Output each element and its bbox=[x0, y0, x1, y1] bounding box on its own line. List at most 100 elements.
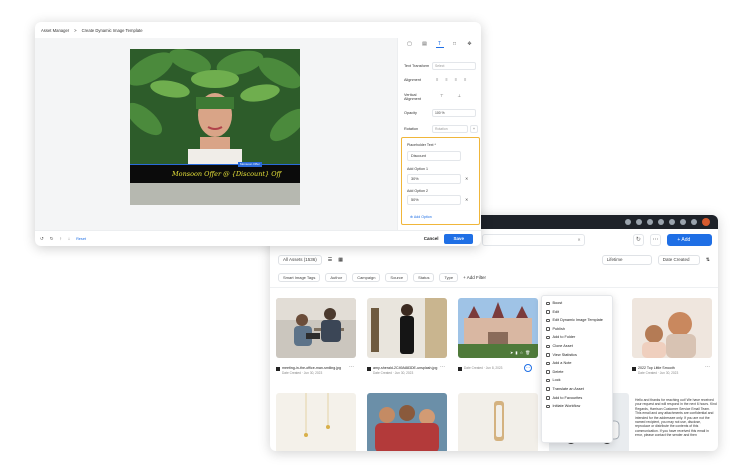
stats-icon bbox=[546, 353, 550, 357]
search-input[interactable]: ✕ bbox=[482, 234, 585, 246]
properties-panel: ▢ ▤ T □ ✥ Text Transform Select Alignmen… bbox=[397, 38, 481, 230]
menu-item-add-to-favourites[interactable]: Add to Favourites bbox=[542, 394, 612, 403]
menu-item-translate[interactable]: Translate an Asset bbox=[542, 385, 612, 394]
chat-icon[interactable] bbox=[647, 219, 653, 225]
align-top-icon[interactable]: ⊤ bbox=[440, 93, 443, 98]
email-preview-text: Hello and thanks for reaching out! We ha… bbox=[635, 398, 717, 438]
canvas-bottom-strip bbox=[130, 183, 300, 205]
filter-smart-image-tags[interactable]: Smart Image Tags bbox=[278, 272, 321, 282]
menu-item-edit-dynamic-image-template[interactable]: Edit Dynamic Image Template bbox=[542, 316, 612, 325]
asset-thumbnail[interactable] bbox=[276, 393, 356, 451]
asset-card[interactable]: 2022 Top Little Smooth Date Created · Ju… bbox=[632, 298, 712, 375]
add-asset-button[interactable]: + Add Asset bbox=[667, 234, 712, 255]
filter-status[interactable]: Status bbox=[413, 272, 435, 282]
text-icon[interactable]: T bbox=[435, 40, 444, 48]
undo-icon[interactable]: ↺ bbox=[40, 236, 44, 242]
date-created-select[interactable]: Date Created bbox=[657, 255, 700, 265]
help-icon[interactable] bbox=[691, 219, 697, 225]
all-assets-select[interactable]: All Assets (1536) bbox=[278, 255, 322, 265]
rotation-input[interactable]: Rotation bbox=[432, 125, 468, 133]
search-icon[interactable] bbox=[625, 219, 631, 225]
remove-option-1-icon[interactable]: ✕ bbox=[465, 176, 468, 181]
cancel-button[interactable]: Cancel bbox=[424, 236, 439, 241]
stats-icon[interactable]: ▮ bbox=[515, 350, 517, 355]
asset-thumbnail[interactable] bbox=[458, 393, 538, 451]
move-icon[interactable]: ✥ bbox=[466, 40, 474, 48]
more-icon[interactable]: ⋯ bbox=[440, 364, 445, 370]
move-up-icon[interactable]: ↑ bbox=[60, 236, 62, 241]
align-center-icon[interactable]: ≡ bbox=[445, 77, 447, 82]
align-right-icon[interactable]: ≡ bbox=[455, 77, 457, 82]
asset-card[interactable]: amy-sherald-2C49A883DE-unsplash.jpg Date… bbox=[367, 298, 447, 375]
filter-author[interactable]: Author bbox=[325, 272, 348, 282]
translate-icon bbox=[546, 387, 550, 391]
star-icon[interactable]: ☆ bbox=[520, 350, 524, 355]
placeholder-text-label: Placeholder Text * bbox=[407, 143, 436, 147]
filter-campaign[interactable]: Campaign bbox=[352, 272, 381, 282]
image-icon[interactable]: ▤ bbox=[421, 40, 429, 48]
menu-item-add-to-folder[interactable]: Add to Folder bbox=[542, 333, 612, 342]
banner-text[interactable]: Monsoon Offer @ {Discount} Off bbox=[172, 170, 281, 178]
grid-view-icon[interactable]: ▦ bbox=[338, 257, 343, 263]
menu-item-delete[interactable]: Delete bbox=[542, 368, 612, 377]
add-option-button[interactable]: ⊕ Add Option bbox=[410, 215, 432, 219]
save-button[interactable]: Save bbox=[444, 233, 473, 244]
menu-item-lock[interactable]: Lock bbox=[542, 376, 612, 385]
lifetime-select[interactable]: Lifetime bbox=[601, 255, 652, 265]
divider bbox=[270, 287, 718, 288]
text-banner[interactable]: Monsoon Offer Monsoon Offer @ {Discount}… bbox=[130, 162, 300, 183]
bell-icon[interactable] bbox=[680, 219, 686, 225]
more-icon[interactable]: ⋯ bbox=[349, 364, 354, 370]
menu-item-clone-asset[interactable]: Clone Asset bbox=[542, 342, 612, 351]
menu-item-publish[interactable]: Publish bbox=[542, 325, 612, 334]
shape-icon[interactable]: □ bbox=[451, 40, 459, 48]
asset-title: 2022 Top Little Smooth bbox=[638, 366, 675, 370]
more-icon[interactable]: ⋯ bbox=[524, 364, 532, 372]
menu-item-edit[interactable]: Edit bbox=[542, 308, 612, 317]
list-view-icon[interactable]: ☰ bbox=[328, 257, 332, 263]
refresh-icon[interactable]: ↻ bbox=[632, 234, 645, 246]
dynamic-image-template-editor: Asset Manager > Create Dynamic Image Tem… bbox=[35, 22, 481, 246]
delete-icon[interactable]: 🗑 bbox=[525, 350, 530, 355]
asset-card[interactable]: meeting-in-the-office-man-smiling.jpg Da… bbox=[276, 298, 356, 375]
asset-date: Date Created · Jun 8, 2023 bbox=[464, 366, 503, 370]
apps-icon[interactable] bbox=[636, 219, 642, 225]
align-left-icon[interactable]: ≡ bbox=[436, 77, 438, 82]
frame-icon[interactable]: ▢ bbox=[406, 40, 414, 48]
placeholder-text-input[interactable]: Discount bbox=[407, 151, 461, 161]
filter-source[interactable]: Source bbox=[385, 272, 409, 282]
avatar[interactable] bbox=[702, 218, 710, 226]
phone-icon[interactable] bbox=[669, 219, 675, 225]
reset-button[interactable]: Reset bbox=[76, 237, 86, 241]
menu-item-initiate-workflow[interactable]: Initiate Workflow bbox=[542, 402, 612, 411]
more-icon[interactable]: ⋯ bbox=[705, 364, 710, 370]
breadcrumb-root[interactable]: Asset Manager bbox=[41, 28, 69, 33]
asset-thumbnail bbox=[276, 298, 356, 358]
asset-thumbnail[interactable] bbox=[367, 393, 447, 451]
close-icon[interactable]: ✕ bbox=[577, 235, 580, 245]
menu-item-add-note[interactable]: Add a Note bbox=[542, 359, 612, 368]
folder-icon bbox=[546, 335, 550, 340]
lock-icon bbox=[546, 378, 550, 383]
sort-icon[interactable]: ⇅ bbox=[706, 257, 710, 263]
menu-item-view-statistics[interactable]: View Statistics bbox=[542, 351, 612, 360]
clone-icon bbox=[546, 344, 550, 349]
align-bottom-icon[interactable]: ⊥ bbox=[457, 93, 460, 98]
asset-card[interactable]: ➤ ▮ ☆ 🗑 Date Created · Jun 8, 2023 ⋯ bbox=[458, 298, 538, 372]
remove-option-2-icon[interactable]: ✕ bbox=[465, 197, 468, 202]
menu-item-boost[interactable]: Boost bbox=[542, 299, 612, 308]
add-rotation-button[interactable]: + bbox=[470, 125, 478, 133]
option-2-input[interactable]: 50% bbox=[407, 195, 461, 205]
align-justify-icon[interactable]: ≡ bbox=[464, 77, 466, 82]
filter-type[interactable]: Type bbox=[439, 272, 459, 282]
option-1-input[interactable]: 30% bbox=[407, 174, 461, 184]
opacity-input[interactable]: 100 % bbox=[432, 109, 476, 117]
more-icon[interactable]: ⋯ bbox=[650, 234, 662, 246]
redo-icon[interactable]: ↻ bbox=[50, 236, 54, 242]
calendar-icon[interactable] bbox=[658, 219, 664, 225]
text-transform-select[interactable]: Select bbox=[432, 62, 476, 70]
move-down-icon[interactable]: ↓ bbox=[68, 236, 70, 241]
add-filter-button[interactable]: + Add Filter bbox=[463, 275, 486, 280]
send-icon[interactable]: ➤ bbox=[510, 350, 513, 355]
canvas[interactable]: Monsoon Offer Monsoon Offer @ {Discount}… bbox=[35, 38, 397, 230]
